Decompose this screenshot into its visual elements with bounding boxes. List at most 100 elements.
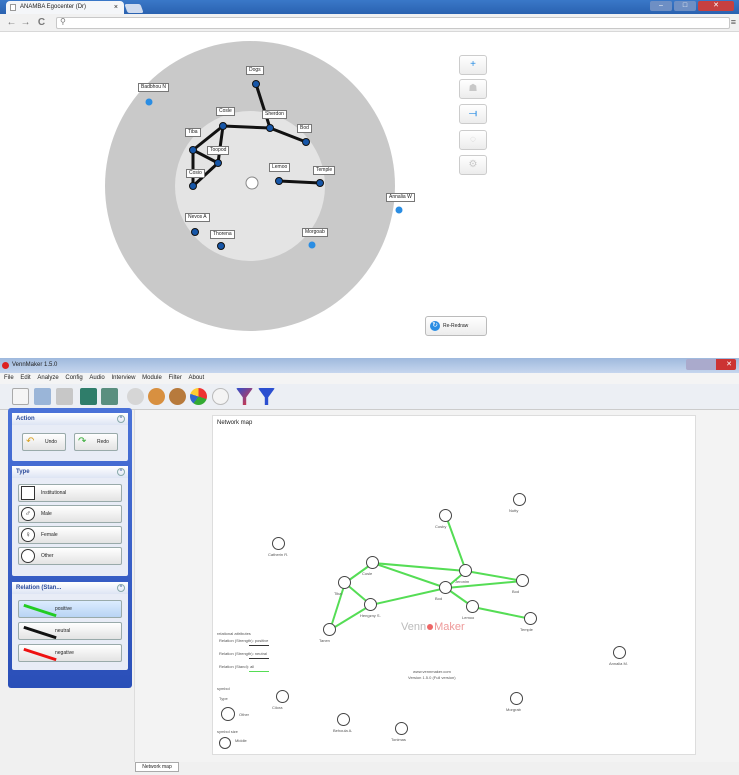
map-edge[interactable] <box>277 179 322 185</box>
action-panel-header[interactable]: Action ⌃ <box>12 413 128 425</box>
type-institutional-button[interactable]: Institutional <box>18 484 122 502</box>
pie-chart-icon[interactable] <box>190 388 207 405</box>
relation-panel-header[interactable]: Relation (Stan... ⌃ <box>12 582 128 594</box>
filter-icon[interactable] <box>236 388 253 405</box>
maximize-button[interactable]: □ <box>674 1 696 11</box>
group-icon[interactable] <box>169 388 186 405</box>
network-node[interactable] <box>439 509 452 522</box>
filter-remove-icon[interactable] <box>258 388 275 405</box>
map-node[interactable] <box>189 146 197 154</box>
window-controls[interactable]: ✕ <box>686 359 736 370</box>
map-node[interactable] <box>266 124 274 132</box>
network-node[interactable] <box>613 646 626 659</box>
collapse-icon[interactable]: ⌃ <box>117 415 125 423</box>
type-male-button[interactable]: ♂ Male <box>18 505 122 523</box>
network-node[interactable] <box>459 564 472 577</box>
network-node[interactable] <box>513 493 526 506</box>
map-node[interactable] <box>302 138 310 146</box>
url-input[interactable]: ⚲ <box>56 17 730 29</box>
undo-button[interactable]: ↶ Undo <box>22 433 66 451</box>
relation-positive-button[interactable]: positive <box>18 600 122 618</box>
network-node[interactable] <box>276 690 289 703</box>
network-node[interactable] <box>439 581 452 594</box>
map-node[interactable] <box>191 228 199 236</box>
grid-icon[interactable] <box>101 388 118 405</box>
new-tab-button[interactable] <box>124 4 144 13</box>
menu-interview[interactable]: Interview <box>111 375 135 381</box>
redraw-button[interactable]: ↻ Re-Redraw <box>425 316 487 336</box>
person-icon[interactable] <box>148 388 165 405</box>
map-node[interactable] <box>252 80 260 88</box>
network-edge[interactable] <box>472 606 532 620</box>
tab-network-map[interactable]: Network map <box>135 762 179 772</box>
network-node[interactable] <box>337 713 350 726</box>
menu-config[interactable]: Config <box>65 375 82 381</box>
network-node[interactable] <box>338 576 351 589</box>
minimize-button[interactable]: – <box>650 1 672 11</box>
map-node[interactable] <box>217 242 225 250</box>
network-node[interactable] <box>366 556 379 569</box>
back-button[interactable]: ← <box>6 17 17 29</box>
map-edge[interactable] <box>221 124 272 130</box>
close-tab-icon[interactable]: × <box>114 1 118 14</box>
hexagon-icon[interactable] <box>127 388 144 405</box>
type-other-button[interactable]: Other <box>18 547 122 565</box>
reload-button[interactable]: C <box>36 17 47 29</box>
menu-audio[interactable]: Audio <box>89 375 104 381</box>
person-tool-button[interactable]: ☗ <box>459 79 487 99</box>
map-node[interactable] <box>219 122 227 130</box>
collapse-icon[interactable]: ⌃ <box>117 584 125 592</box>
plus-tool-button[interactable]: + <box>459 55 487 75</box>
type-panel-header[interactable]: Type ⌃ <box>12 466 128 478</box>
collapse-icon[interactable]: ⌃ <box>117 468 125 476</box>
print-icon[interactable] <box>56 388 73 405</box>
network-node[interactable] <box>510 692 523 705</box>
network-node[interactable] <box>516 574 529 587</box>
relation-negative-button[interactable]: negative <box>18 644 122 662</box>
menu-analyze[interactable]: Analyze <box>37 375 58 381</box>
map-node[interactable] <box>214 159 222 167</box>
network-node[interactable] <box>466 600 479 613</box>
redo-button[interactable]: ↷ Redo <box>74 433 118 451</box>
network-node-label: Behoula A. <box>333 728 353 733</box>
connect-tool-button[interactable]: ⟞ <box>459 104 487 124</box>
legend-size-node <box>219 737 231 749</box>
menu-edit[interactable]: Edit <box>20 375 30 381</box>
forward-button[interactable]: → <box>20 17 31 29</box>
network-node-label: Tonimas <box>391 737 406 742</box>
network-edge[interactable] <box>465 570 524 582</box>
plus-icon: + <box>470 59 476 70</box>
menu-about[interactable]: About <box>189 375 205 381</box>
browser-tab[interactable]: ANAMBA Egocenter (Dr) × <box>6 1 124 14</box>
type-panel: Type ⌃ Institutional ♂ Male ♀ Female Oth… <box>12 466 128 576</box>
network-node[interactable] <box>323 623 336 636</box>
close-window-button[interactable]: ✕ <box>698 1 734 11</box>
open-file-icon[interactable] <box>34 388 51 405</box>
map-node[interactable] <box>308 241 316 249</box>
map-node[interactable] <box>316 179 324 187</box>
map-node[interactable] <box>275 177 283 185</box>
new-file-icon[interactable] <box>12 388 29 405</box>
settings-tool-button[interactable]: ⚙ <box>459 155 487 175</box>
map-node[interactable] <box>189 182 197 190</box>
map-node[interactable] <box>145 98 153 106</box>
network-node[interactable] <box>395 722 408 735</box>
network-graph[interactable] <box>213 416 697 756</box>
menu-file[interactable]: File <box>4 375 14 381</box>
circle-select-tool-button[interactable]: ◌ <box>459 130 487 150</box>
type-female-button[interactable]: ♀ Female <box>18 526 122 544</box>
menu-icon[interactable]: ≡ <box>731 17 736 27</box>
network-edge[interactable] <box>445 515 467 572</box>
network-node[interactable] <box>524 612 537 625</box>
table-icon[interactable] <box>80 388 97 405</box>
network-node[interactable] <box>272 537 285 550</box>
network-map-canvas[interactable]: Network map Nutty Cosby Catherin R. Cosle Je… <box>212 415 696 755</box>
circle-icon[interactable] <box>212 388 229 405</box>
legend-line-2 <box>249 658 269 659</box>
network-node[interactable] <box>364 598 377 611</box>
relation-neutral-button[interactable]: neutral <box>18 622 122 640</box>
menu-filter[interactable]: Filter <box>168 375 181 381</box>
menu-module[interactable]: Module <box>142 375 162 381</box>
map-node[interactable] <box>395 206 403 214</box>
egocentric-circle-map[interactable] <box>0 32 739 350</box>
